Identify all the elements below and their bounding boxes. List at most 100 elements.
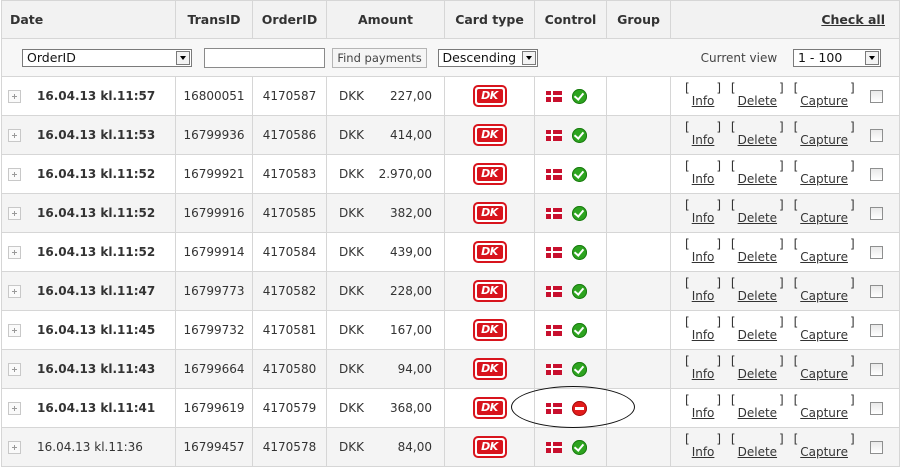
chevron-down-icon[interactable] [521,50,536,65]
column-header-orderid[interactable]: OrderID [252,0,327,39]
capture-link[interactable]: Capture [800,289,848,303]
capture-link[interactable]: Capture [800,406,848,420]
chevron-down-icon[interactable] [865,50,879,65]
expand-plus-icon[interactable] [8,402,21,415]
row-select-checkbox[interactable] [870,207,883,220]
dankort-logo-text: DK [476,245,503,259]
capture-link[interactable]: Capture [800,250,848,264]
delete-link[interactable]: Delete [738,445,777,459]
current-view-select[interactable]: 1 - 100 [793,48,881,67]
delete-link[interactable]: Delete [738,94,777,108]
info-link[interactable]: Info [692,211,715,225]
capture-link[interactable]: Capture [800,211,848,225]
filter-field-select[interactable]: OrderID [22,48,192,67]
sort-order-select[interactable]: Descending [437,48,538,67]
delete-link[interactable]: Delete [738,289,777,303]
expand-plus-icon[interactable] [8,441,21,454]
dankort-card-icon: DK [472,358,507,380]
info-action: [Info] [685,277,721,303]
table-row[interactable]: 16.04.13 kl.11:57 16800051 4170587 DKK 22… [1,76,900,116]
column-header-transid[interactable]: TransID [175,0,253,39]
actions-cell: [Info] [Delete] [Capture] [670,154,900,194]
amount-cell: DKK 439,00 [326,232,445,272]
table-row[interactable]: 16.04.13 kl.11:45 16799732 4170581 DKK 16… [1,310,900,350]
row-select-checkbox[interactable] [870,402,883,415]
column-header-amount[interactable]: Amount [326,0,445,39]
expand-plus-icon[interactable] [8,207,21,220]
capture-link[interactable]: Capture [800,94,848,108]
expand-plus-icon[interactable] [8,324,21,337]
info-link[interactable]: Info [692,172,715,186]
column-header-cardtype[interactable]: Card type [444,0,535,39]
denmark-flag-icon [546,129,562,141]
delete-link[interactable]: Delete [738,172,777,186]
capture-link[interactable]: Capture [800,445,848,459]
row-select-checkbox[interactable] [870,168,883,181]
info-link[interactable]: Info [692,406,715,420]
info-link[interactable]: Info [692,445,715,459]
capture-link[interactable]: Capture [800,172,848,186]
info-link[interactable]: Info [692,94,715,108]
expand-plus-icon[interactable] [8,363,21,376]
actions-cell: [Info] [Delete] [Capture] [670,193,900,233]
currency-value: DKK [339,401,364,415]
date-cell: 16.04.13 kl.11:52 [1,154,176,194]
capture-link[interactable]: Capture [800,133,848,147]
bracket-close: ] [779,276,784,291]
info-link[interactable]: Info [692,367,715,381]
search-input[interactable] [203,47,325,68]
capture-action: [Capture] [794,199,855,225]
table-row[interactable]: 16.04.13 kl.11:41 16799619 4170579 DKK 36… [1,388,900,428]
info-link[interactable]: Info [692,289,715,303]
find-payments-button[interactable]: Find payments [332,47,427,68]
table-row[interactable]: 16.04.13 kl.11:52 16799914 4170584 DKK 43… [1,232,900,272]
transid-cell: 16799773 [175,271,253,311]
bracket-close: ] [716,81,722,96]
row-select-checkbox[interactable] [870,363,883,376]
column-header-date[interactable]: Date [1,0,176,39]
capture-action: [Capture] [794,160,855,186]
column-header-group[interactable]: Group [606,0,671,39]
expand-plus-icon[interactable] [8,90,21,103]
expand-plus-icon[interactable] [8,168,21,181]
expand-plus-icon[interactable] [8,246,21,259]
row-select-checkbox[interactable] [870,246,883,259]
bracket-open: [ [730,354,736,369]
table-row[interactable]: 16.04.13 kl.11:52 16799916 4170585 DKK 38… [1,193,900,233]
row-select-checkbox[interactable] [870,441,883,454]
table-row[interactable]: 16.04.13 kl.11:43 16799664 4170580 DKK 94… [1,349,900,389]
row-select-checkbox[interactable] [870,285,883,298]
orderid-cell: 4170585 [252,193,327,233]
date-value: 16.04.13 kl.11:47 [37,284,156,298]
bracket-close: ] [716,120,722,135]
table-row[interactable]: 16.04.13 kl.11:36 16799457 4170578 DKK 84… [1,427,900,467]
expand-plus-icon[interactable] [8,129,21,142]
info-link[interactable]: Info [692,250,715,264]
column-header-control[interactable]: Control [534,0,607,39]
delete-link[interactable]: Delete [738,328,777,342]
amount-cell: DKK 2.970,00 [326,154,445,194]
info-link[interactable]: Info [692,133,715,147]
bracket-close: ] [779,237,784,252]
capture-link[interactable]: Capture [800,328,848,342]
row-select-checkbox[interactable] [870,324,883,337]
delete-link[interactable]: Delete [738,406,777,420]
delete-link[interactable]: Delete [738,211,777,225]
row-select-checkbox[interactable] [870,90,883,103]
delete-link[interactable]: Delete [738,250,777,264]
delete-action: [Delete] [731,160,784,186]
info-link[interactable]: Info [692,328,715,342]
table-row[interactable]: 16.04.13 kl.11:53 16799936 4170586 DKK 41… [1,115,900,155]
expand-plus-icon[interactable] [8,285,21,298]
check-all-link[interactable]: Check all [821,12,885,27]
delete-link[interactable]: Delete [738,133,777,147]
chevron-down-icon[interactable] [176,50,190,65]
row-select-checkbox[interactable] [870,129,883,142]
delete-link[interactable]: Delete [738,367,777,381]
bracket-open: [ [793,120,799,135]
actions-cell: [Info] [Delete] [Capture] [670,271,900,311]
table-row[interactable]: 16.04.13 kl.11:52 16799921 4170583 DKK 2.… [1,154,900,194]
capture-link[interactable]: Capture [800,367,848,381]
amount-cell: DKK 94,00 [326,349,445,389]
table-row[interactable]: 16.04.13 kl.11:47 16799773 4170582 DKK 22… [1,271,900,311]
